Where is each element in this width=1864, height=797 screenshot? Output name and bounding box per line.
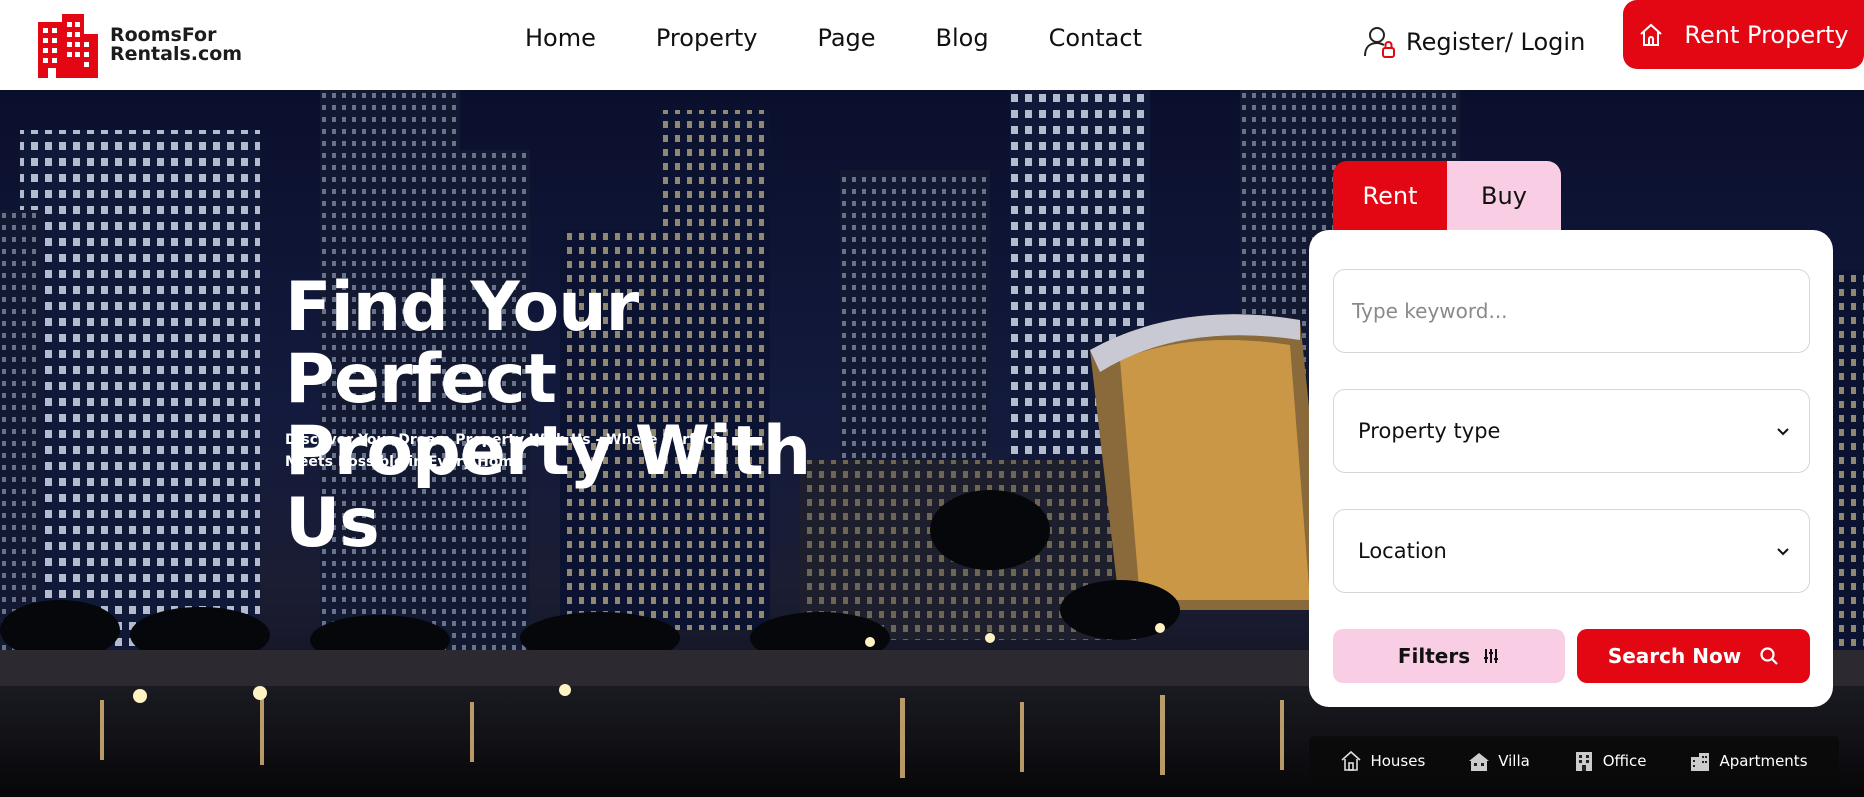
main-nav: Home Property Page Blog Contact <box>525 22 1202 54</box>
keyword-input[interactable] <box>1352 299 1791 323</box>
category-office[interactable]: Office <box>1573 750 1647 772</box>
category-apartments[interactable]: Apartments <box>1689 750 1808 772</box>
category-bar: Houses Villa Office Apartments <box>1309 736 1839 786</box>
search-panel: Property type Location Filters Search No… <box>1309 230 1833 707</box>
rent-property-label: Rent Property <box>1684 20 1849 49</box>
hero-title: Find Your Perfect Property With Us <box>285 272 925 560</box>
nav-property[interactable]: Property <box>656 22 758 54</box>
search-now-label: Search Now <box>1607 644 1742 668</box>
apartment-building-icon <box>1691 753 1710 771</box>
house-icon <box>1640 23 1663 46</box>
nav-blog[interactable]: Blog <box>936 22 989 54</box>
sliders-icon <box>1484 649 1499 663</box>
category-villa-label: Villa <box>1498 752 1530 770</box>
nav-contact[interactable]: Contact <box>1049 22 1142 54</box>
search-icon <box>1760 647 1778 665</box>
login-label: Register/ Login <box>1406 28 1586 56</box>
category-office-label: Office <box>1602 752 1647 770</box>
top-header: RoomsFor Rentals.com Home Property Page … <box>0 0 1864 90</box>
location-select[interactable]: Location <box>1333 509 1810 593</box>
rent-buy-tabs: Rent Buy <box>1333 161 1561 231</box>
filters-button[interactable]: Filters <box>1333 629 1565 683</box>
keyword-field <box>1333 269 1810 353</box>
filters-label: Filters <box>1397 644 1471 668</box>
category-villa[interactable]: Villa <box>1468 750 1530 772</box>
category-houses-label: Houses <box>1370 752 1426 770</box>
nav-home[interactable]: Home <box>525 22 596 54</box>
tab-rent[interactable]: Rent <box>1333 161 1447 231</box>
brand-line-2: Rentals.com <box>110 43 243 65</box>
category-apartments-label: Apartments <box>1719 752 1808 770</box>
property-type-select[interactable]: Property type <box>1333 389 1810 473</box>
hero-subtitle: Discover Your Dream Property With Us - W… <box>285 432 720 470</box>
brand-name: RoomsFor Rentals.com <box>110 26 242 64</box>
nav-page[interactable]: Page <box>817 22 875 54</box>
tab-buy[interactable]: Buy <box>1447 161 1561 231</box>
office-building-icon <box>1575 752 1592 771</box>
register-login-link[interactable]: Register/ Login <box>1362 24 1585 60</box>
hero-title-line-1: Find Your Perfect <box>285 268 639 419</box>
property-type-value: Property type <box>1358 419 1501 443</box>
house-icon <box>1341 750 1361 771</box>
search-now-button[interactable]: Search Now <box>1577 629 1810 683</box>
category-houses[interactable]: Houses <box>1340 750 1425 772</box>
brand-logo[interactable]: RoomsFor Rentals.com <box>36 12 242 78</box>
chevron-down-icon <box>1777 428 1789 436</box>
villa-icon <box>1469 753 1490 771</box>
location-value: Location <box>1358 539 1447 563</box>
chevron-down-icon <box>1777 548 1789 556</box>
user-lock-icon <box>1364 27 1395 58</box>
building-logo-icon <box>38 14 98 78</box>
rent-property-button[interactable]: Rent Property <box>1623 0 1864 69</box>
